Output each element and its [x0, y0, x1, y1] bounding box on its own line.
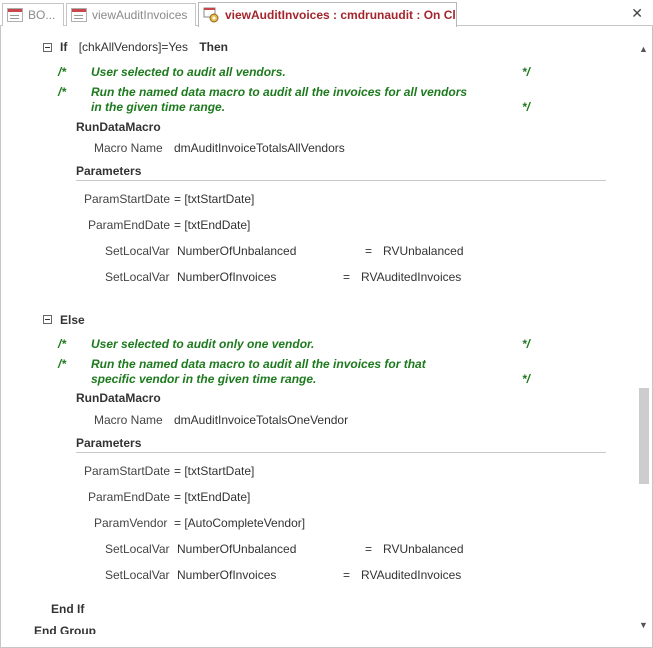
comment-open: /* [58, 357, 67, 371]
tab-label: BO... [28, 8, 56, 22]
tab-view-audit-invoices[interactable]: viewAuditInvoices [66, 3, 196, 26]
macro-name-value[interactable]: dmAuditInvoiceTotalsAllVendors [174, 141, 345, 155]
comment-text[interactable]: specific vendor in the given time range. [91, 372, 316, 386]
parameters-label: Parameters [76, 436, 142, 450]
tab-label: viewAuditInvoices : cmdrunaudit : On Cli… [225, 8, 457, 22]
param-value[interactable]: = [txtStartDate] [174, 464, 254, 478]
action-run-data-macro[interactable]: RunDataMacro [76, 391, 161, 405]
comment-open: /* [58, 65, 67, 79]
if-keyword: If [60, 40, 68, 54]
set-local-var-label[interactable]: SetLocalVar [105, 542, 169, 556]
macro-name-value[interactable]: dmAuditInvoiceTotalsOneVendor [174, 413, 348, 427]
param-name: ParamEndDate [88, 218, 171, 232]
local-var-value[interactable]: RVAuditedInvoices [361, 568, 461, 582]
comment-text[interactable]: User selected to audit only one vendor. [91, 337, 314, 351]
local-var-name[interactable]: NumberOfInvoices [177, 270, 276, 284]
param-value[interactable]: = [txtStartDate] [174, 192, 254, 206]
comment-close: */ [522, 100, 531, 114]
set-local-var-label[interactable]: SetLocalVar [105, 568, 169, 582]
scrollbar-thumb[interactable] [639, 388, 649, 484]
local-var-eq: = [365, 542, 373, 556]
param-value[interactable]: = [AutoCompleteVendor] [174, 516, 305, 530]
scroll-up-arrow-icon[interactable]: ▲ [635, 40, 652, 57]
comment-text[interactable]: Run the named data macro to audit all th… [91, 357, 426, 371]
tab-bo[interactable]: BO... [2, 3, 64, 26]
comment-close: */ [522, 65, 531, 79]
set-local-var-label[interactable]: SetLocalVar [105, 244, 169, 258]
divider [76, 452, 606, 453]
local-var-value[interactable]: RVUnbalanced [383, 244, 464, 258]
scroll-down-arrow-icon[interactable]: ▼ [635, 616, 652, 633]
local-var-name[interactable]: NumberOfUnbalanced [177, 542, 296, 556]
set-local-var-label[interactable]: SetLocalVar [105, 270, 169, 284]
local-var-value[interactable]: RVUnbalanced [383, 542, 464, 556]
divider [76, 180, 606, 181]
param-value[interactable]: = [txtEndDate] [174, 490, 250, 504]
comment-text[interactable]: User selected to audit all vendors. [91, 65, 286, 79]
action-run-data-macro[interactable]: RunDataMacro [76, 120, 161, 134]
comment-open: /* [58, 85, 67, 99]
end-group-keyword[interactable]: End Group [34, 624, 96, 634]
param-name: ParamEndDate [88, 490, 171, 504]
param-name: ParamVendor [94, 516, 168, 530]
macro-name-label: Macro Name [94, 413, 163, 427]
param-name: ParamStartDate [84, 464, 171, 478]
form-icon [71, 8, 87, 22]
macro-designer: If [chkAllVendors]=Yes Then /* User sele… [0, 26, 620, 634]
macro-name-label: Macro Name [94, 141, 163, 155]
comment-text[interactable]: Run the named data macro to audit all th… [91, 85, 467, 99]
local-var-name[interactable]: NumberOfInvoices [177, 568, 276, 582]
collapse-if-toggle[interactable] [43, 43, 52, 52]
close-icon[interactable]: ✕ [631, 5, 643, 22]
else-keyword[interactable]: Else [60, 313, 85, 327]
tab-macro-on-click[interactable]: viewAuditInvoices : cmdrunaudit : On Cli… [198, 2, 457, 27]
end-if-keyword[interactable]: End If [51, 602, 84, 616]
comment-text[interactable]: in the given time range. [91, 100, 225, 114]
local-var-eq: = [365, 244, 373, 258]
then-keyword: Then [199, 40, 228, 54]
comment-close: */ [522, 372, 531, 386]
comment-open: /* [58, 337, 67, 351]
if-condition: [chkAllVendors]=Yes [78, 40, 188, 54]
form-icon [7, 8, 23, 22]
parameters-label: Parameters [76, 164, 142, 178]
document-tab-bar: BO... viewAuditInvoices viewAuditInvoice… [0, 0, 653, 27]
local-var-value[interactable]: RVAuditedInvoices [361, 270, 461, 284]
local-var-eq: = [343, 568, 351, 582]
collapse-else-toggle[interactable] [43, 315, 52, 324]
macro-icon [203, 7, 220, 23]
comment-close: */ [522, 337, 531, 351]
param-value[interactable]: = [txtEndDate] [174, 218, 250, 232]
tab-label: viewAuditInvoices [92, 8, 188, 22]
param-name: ParamStartDate [84, 192, 171, 206]
local-var-eq: = [343, 270, 351, 284]
if-header[interactable]: If [chkAllVendors]=Yes Then [60, 40, 228, 54]
vertical-scrollbar[interactable]: ▲ ▼ [635, 40, 652, 633]
local-var-name[interactable]: NumberOfUnbalanced [177, 244, 296, 258]
